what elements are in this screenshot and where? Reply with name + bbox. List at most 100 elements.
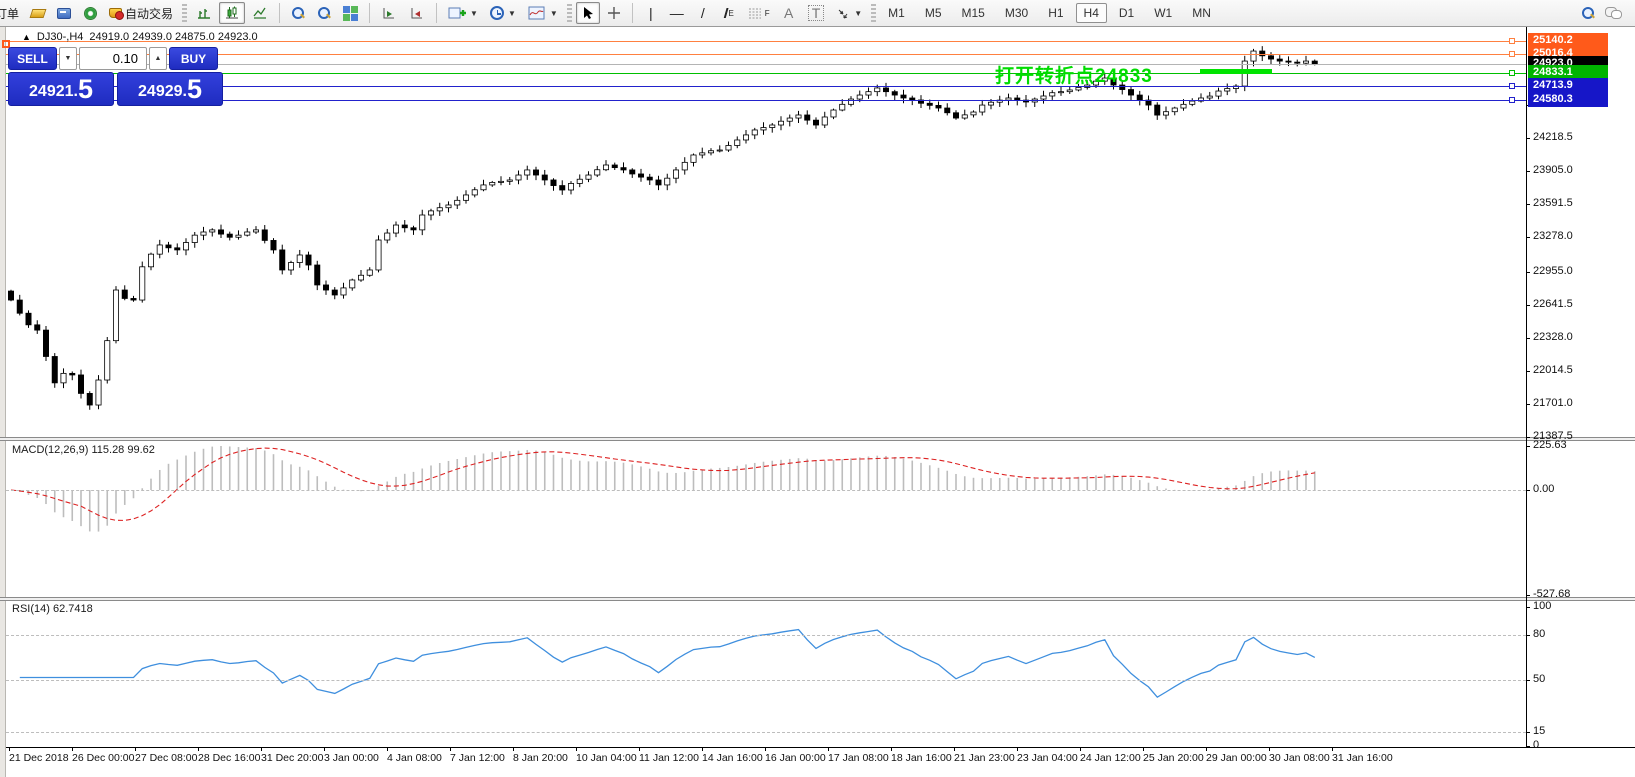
autotrading-label: 自动交易 xyxy=(125,5,173,22)
chevron-down-icon: ▼ xyxy=(508,9,516,18)
candlestick-chart-button[interactable] xyxy=(219,2,245,24)
line-anchor-icon[interactable] xyxy=(1509,70,1515,76)
macd-pane[interactable] xyxy=(6,441,1526,597)
metaeditor-button[interactable] xyxy=(26,2,50,24)
time-tick-mark xyxy=(1080,747,1081,751)
text-label-tool[interactable]: T xyxy=(803,2,830,24)
arrows-tool[interactable]: ▼ xyxy=(831,2,867,24)
toolbar: 订单 自动交易 xyxy=(0,0,1635,27)
text-tool[interactable]: A xyxy=(777,2,801,24)
search-icon[interactable] xyxy=(1581,6,1595,20)
auto-scroll-button[interactable] xyxy=(376,2,402,24)
buy-button[interactable]: BUY xyxy=(169,47,218,70)
indicator-tick-label: 0 xyxy=(1533,739,1539,751)
new-order-button[interactable]: 订单 xyxy=(0,2,24,24)
chart-shift-button[interactable] xyxy=(404,2,430,24)
zoom-in-button[interactable] xyxy=(286,2,310,24)
indicator-tick-mark xyxy=(1526,595,1530,596)
trendline-tool[interactable]: / xyxy=(691,2,715,24)
fibonacci-tool[interactable]: F xyxy=(743,2,775,24)
equidistant-channel-icon: // xyxy=(724,6,726,20)
signal-icon xyxy=(84,7,97,20)
green-trendline-segment[interactable] xyxy=(1200,69,1272,74)
timeframe-button-M1[interactable]: M1 xyxy=(880,3,913,23)
signals-button[interactable] xyxy=(78,2,102,24)
time-axis-label: 17 Jan 08:00 xyxy=(828,752,889,764)
crosshair-button[interactable] xyxy=(602,2,626,24)
terminal-button[interactable] xyxy=(52,2,76,24)
channel-tool[interactable]: // E xyxy=(717,2,741,24)
panel-toggle-icon[interactable]: ▲ xyxy=(22,32,31,42)
level-line-24833.1[interactable] xyxy=(6,73,1526,74)
buy-price-display[interactable]: 24929. 5 xyxy=(117,72,223,106)
timeframe-button-D1[interactable]: D1 xyxy=(1111,3,1142,23)
zoom-out-button[interactable] xyxy=(312,2,336,24)
bar-chart-button[interactable] xyxy=(191,2,217,24)
volume-input[interactable]: 0.10 xyxy=(79,47,147,70)
time-axis-label: 30 Jan 08:00 xyxy=(1269,752,1330,764)
timeframe-button-W1[interactable]: W1 xyxy=(1146,3,1180,23)
time-tick-mark xyxy=(1332,747,1333,751)
price-tick-mark xyxy=(1526,404,1530,405)
rsi-level-line xyxy=(6,635,1526,636)
timeframe-button-M30[interactable]: M30 xyxy=(997,3,1036,23)
level-line-24580.3[interactable] xyxy=(6,100,1526,101)
chart-annotation-text[interactable]: 打开转折点24833 xyxy=(995,61,1153,88)
time-axis-label: 21 Jan 23:00 xyxy=(954,752,1015,764)
time-axis-label: 11 Jan 12:00 xyxy=(639,752,699,764)
volume-increase-button[interactable]: ▲ xyxy=(149,47,167,70)
fibonacci-icon xyxy=(748,7,762,19)
time-axis-line xyxy=(6,747,1635,748)
rsi-label: RSI(14) 62.7418 xyxy=(12,603,93,615)
price-tick-label: 24218.5 xyxy=(1533,131,1573,143)
market-icon xyxy=(109,8,122,18)
timeframe-button-H1[interactable]: H1 xyxy=(1040,3,1071,23)
autotrading-button[interactable]: 自动交易 xyxy=(104,2,178,24)
timeframe-group: M1M5M15M30H1H4D1W1MN xyxy=(880,3,1219,23)
line-anchor-icon[interactable] xyxy=(1509,83,1515,89)
vertical-line-tool[interactable]: | xyxy=(639,2,663,24)
time-tick-mark xyxy=(1269,747,1270,751)
line-anchor-icon[interactable] xyxy=(1509,97,1515,103)
time-tick-mark xyxy=(576,747,577,751)
pane-divider[interactable] xyxy=(0,597,1635,601)
volume-decrease-button[interactable]: ▼ xyxy=(59,47,77,70)
level-line-24713.9[interactable] xyxy=(6,86,1526,87)
time-axis-label: 23 Jan 04:00 xyxy=(1017,752,1078,764)
level-line-25016.4[interactable] xyxy=(6,54,1526,55)
sell-button[interactable]: SELL xyxy=(8,47,57,70)
toolbar-grip xyxy=(567,4,572,22)
tile-windows-button[interactable] xyxy=(338,2,363,24)
time-tick-mark xyxy=(1143,747,1144,751)
timeframe-button-M15[interactable]: M15 xyxy=(954,3,993,23)
price-tick-mark xyxy=(1526,204,1530,205)
price-tick-label: 23278.0 xyxy=(1533,230,1573,242)
cursor-button[interactable] xyxy=(576,2,600,24)
timeframe-button-M5[interactable]: M5 xyxy=(917,3,950,23)
line-chart-button[interactable] xyxy=(247,2,273,24)
text-label-icon: T xyxy=(808,5,825,21)
toolbar-grip xyxy=(871,4,876,22)
new-chart-button[interactable]: ▼ xyxy=(443,2,483,24)
timeframe-button-MN[interactable]: MN xyxy=(1184,3,1219,23)
chevron-down-icon: ▼ xyxy=(470,9,478,18)
line-anchor-icon[interactable] xyxy=(1509,38,1515,44)
timeframe-button-H4[interactable]: H4 xyxy=(1076,3,1107,23)
price-tick-label: 22641.5 xyxy=(1533,298,1573,310)
pane-divider[interactable] xyxy=(0,437,1635,441)
horizontal-line-icon: — xyxy=(670,6,684,20)
indicator-tick-mark xyxy=(1526,732,1530,733)
candlestick-chart[interactable] xyxy=(6,27,1526,437)
time-tick-mark xyxy=(72,747,73,751)
time-axis-label: 10 Jan 04:00 xyxy=(576,752,637,764)
periods-button[interactable]: ▼ xyxy=(485,2,521,24)
line-anchor-icon[interactable] xyxy=(1509,51,1515,57)
indicators-button[interactable]: ▼ xyxy=(523,2,563,24)
horizontal-line-tool[interactable]: — xyxy=(665,2,689,24)
sell-price-display[interactable]: 24921. 5 xyxy=(8,72,114,106)
level-line-24923.0[interactable] xyxy=(6,64,1526,65)
price-axis-line xyxy=(1526,27,1527,747)
rsi-pane[interactable] xyxy=(6,601,1526,745)
time-axis-label: 24 Jan 12:00 xyxy=(1080,752,1141,764)
chat-icon[interactable] xyxy=(1605,7,1621,19)
